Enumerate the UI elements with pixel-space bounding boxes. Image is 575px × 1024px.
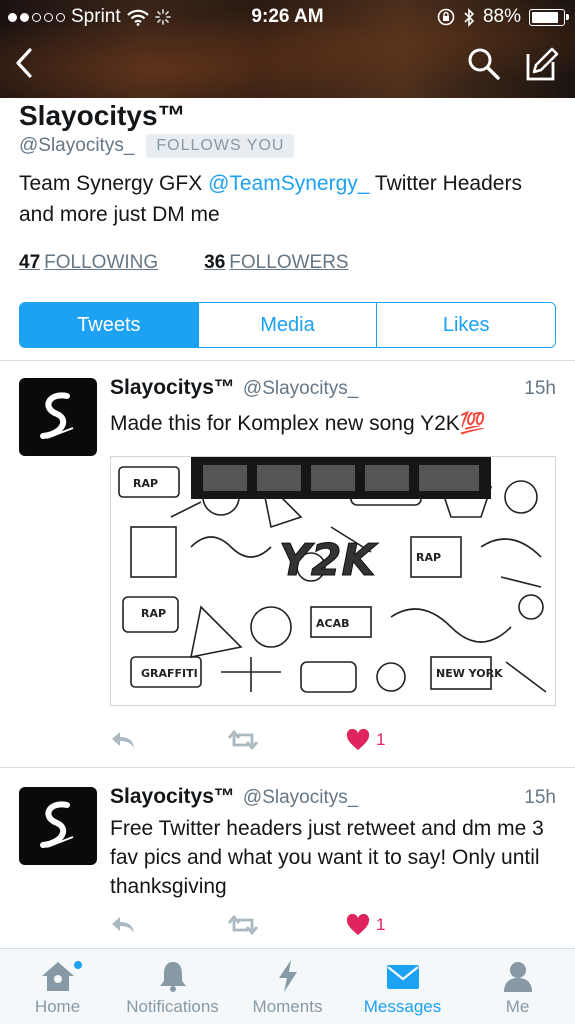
tab-tweets[interactable]: Tweets [20,303,198,347]
svg-text:RAP: RAP [416,551,441,564]
tab-notifications-label: Notifications [126,997,219,1016]
tab-messages-label: Messages [363,997,442,1016]
tweet-media-image[interactable]: RAP HIPHP RAP ACAB GRAFFITI NEW YORK RAP… [110,456,556,706]
media-overlay-text: Y2K [279,535,378,586]
bio-text: Team Synergy GFX [19,172,209,195]
tab-home[interactable]: Home [0,949,115,1024]
heart-icon [346,729,370,750]
divider [0,360,575,361]
doodle-pattern-image: RAP HIPHP RAP ACAB GRAFFITI NEW YORK RAP… [118,457,547,693]
bio-mention-link[interactable]: @TeamSynergy_ [208,172,369,195]
following-count: 47 [19,252,41,273]
svg-text:NEW YORK: NEW YORK [436,667,503,680]
avatar[interactable] [19,787,97,865]
envelope-icon [386,965,419,989]
battery-percent: 88% [482,6,521,27]
battery-icon [529,8,569,26]
divider [0,767,575,768]
avatar[interactable] [19,378,97,456]
like-count: 1 [376,730,386,749]
tab-home-label: Home [34,997,81,1016]
tab-messages[interactable]: Messages [345,949,460,1024]
tab-moments[interactable]: Moments [230,949,345,1024]
reply-icon [112,732,134,748]
tab-notifications[interactable]: Notifications [115,949,230,1024]
tab-me-label: Me [505,997,530,1016]
tab-moments-label: Moments [252,997,323,1016]
retweet-button[interactable] [228,726,258,754]
battery-level [532,11,559,23]
tweet-author-name[interactable]: Slayocitys™ [110,376,235,400]
profile-handle: @Slayocitys_ [19,135,135,156]
retweet-icon [228,914,258,936]
profile-info: Slayocitys™ @Slayocitys_ FOLLOWS YOU Tea… [19,98,559,274]
like-button[interactable]: 1 [346,911,385,939]
profile-tabs: Tweets Media Likes [19,302,556,348]
tab-media[interactable]: Media [197,303,377,347]
profile-display-name: Slayocitys™ [19,100,186,131]
follows-you-badge: FOLLOWS YOU [146,134,295,158]
tweet-author-name[interactable]: Slayocitys™ [110,785,235,809]
like-button[interactable]: 1 [346,726,385,754]
followers-link[interactable]: 36 FOLLOWERS [204,252,348,274]
like-count: 1 [376,915,386,934]
heart-icon [346,914,370,935]
bottom-tab-bar: Home Notifications Moments Messages Me [0,948,575,1024]
person-icon [503,962,532,992]
lightning-icon [278,960,297,992]
retweet-button[interactable] [228,911,258,939]
bluetooth-icon [464,7,475,27]
reply-icon [112,917,134,933]
s-logo-icon [40,392,74,439]
tab-likes[interactable]: Likes [376,303,555,347]
svg-text:GRAFFITI: GRAFFITI [141,667,198,680]
back-arrow-icon[interactable] [12,46,36,80]
tab-me[interactable]: Me [460,949,575,1024]
status-bar: Sprint 9:26 AM 88% [0,0,575,32]
reply-button[interactable] [110,726,136,754]
new-content-indicator [74,961,82,969]
svg-text:RAP: RAP [133,477,158,490]
following-label: FOLLOWING [44,252,159,273]
search-icon[interactable] [466,46,502,82]
followers-count: 36 [204,252,226,273]
compose-tweet-icon[interactable] [524,46,560,82]
tweet-author-handle[interactable]: @Slayocitys_ [243,787,358,809]
home-icon [41,962,74,991]
tweet-timestamp: 15h [524,787,556,808]
followers-label: FOLLOWERS [229,252,349,273]
s-logo-icon [40,801,74,848]
tweet-timestamp: 15h [524,378,556,399]
following-link[interactable]: 47 FOLLOWING [19,252,158,274]
svg-text:RAP: RAP [141,607,166,620]
reply-button[interactable] [110,911,136,939]
tweet-text: Made this for Komplex new song Y2K💯 [110,412,486,435]
rotation-lock-icon [437,8,455,26]
retweet-icon [228,729,258,751]
svg-text:ACAB: ACAB [316,617,349,630]
bell-icon [159,962,186,992]
tweet-text: Free Twitter headers just retweet and dm… [110,817,544,898]
tweet-author-handle[interactable]: @Slayocitys_ [243,378,358,400]
profile-bio: Team Synergy GFX @TeamSynergy_ Twitter H… [19,168,559,230]
